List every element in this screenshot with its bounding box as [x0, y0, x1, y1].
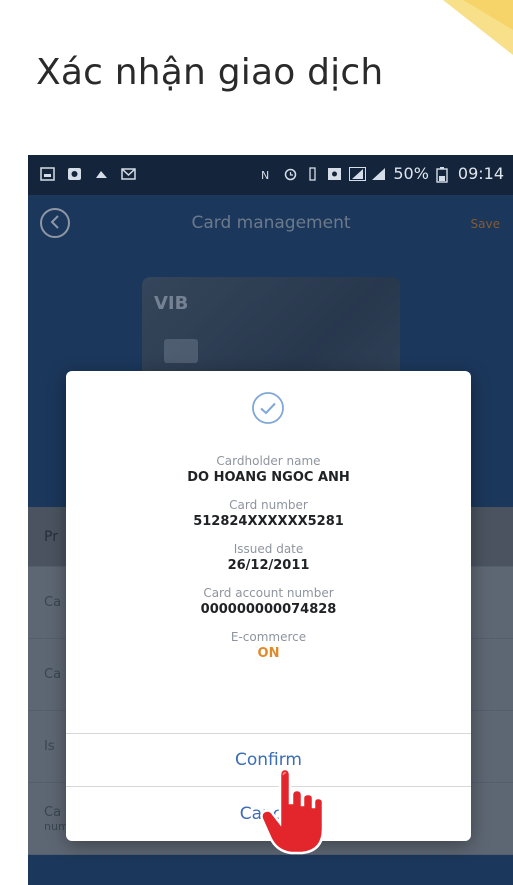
page-heading: Xác nhận giao dịch	[36, 52, 384, 93]
battery-icon	[436, 166, 451, 183]
field-e-commerce: E-commerce ON	[66, 629, 471, 663]
pointing-hand-icon	[258, 767, 328, 857]
check-circle-icon	[251, 391, 285, 425]
field-cardholder-name: Cardholder name DO HOANG NGOC ANH	[187, 454, 350, 485]
clock: 09:14	[457, 164, 504, 183]
e-commerce-status: ON	[257, 646, 280, 661]
cloud-icon	[94, 167, 109, 181]
svg-text:N: N	[261, 169, 269, 181]
gallery-icon	[40, 167, 55, 181]
signal-icon-1	[349, 166, 367, 181]
sim-icon	[327, 167, 342, 181]
field-issued-date: Issued date 26/12/2011	[227, 542, 310, 573]
mail-icon	[121, 167, 136, 181]
alarm-icon	[283, 167, 298, 181]
status-bar: N 50% 09:14	[28, 155, 513, 195]
vibrate-icon	[305, 166, 320, 181]
battery-percent: 50%	[393, 164, 429, 183]
corner-accent	[383, 0, 513, 55]
app-icon	[67, 167, 82, 181]
field-card-account-number: Card account number 000000000074828	[200, 586, 337, 617]
signal-icon-2	[371, 167, 386, 181]
field-card-number: Card number 512824XXXXXX5281	[193, 498, 344, 529]
nfc-icon: N	[261, 167, 276, 182]
